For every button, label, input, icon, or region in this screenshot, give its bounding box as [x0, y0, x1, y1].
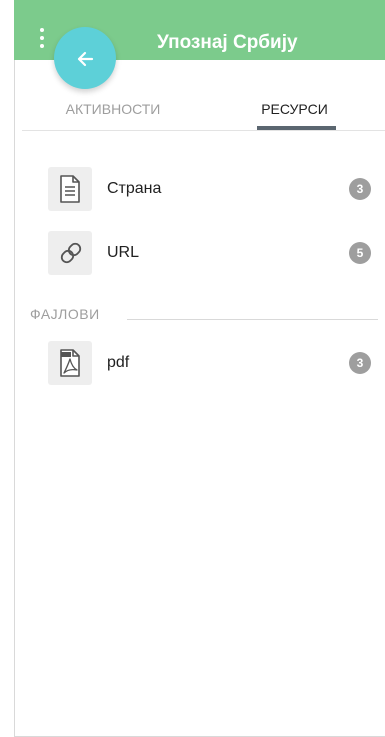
files-section-heading: ФАЈЛОВИ — [30, 306, 100, 322]
resource-label: Страна — [107, 180, 162, 197]
tab-bar-divider — [22, 130, 385, 131]
tab-activities[interactable]: АКТИВНОСТИ — [22, 101, 204, 117]
file-label: pdf — [107, 354, 130, 371]
resource-item-page[interactable]: Страна 3 — [48, 167, 385, 211]
section-divider — [127, 319, 378, 320]
count-badge: 5 — [349, 242, 371, 264]
tab-resources[interactable]: РЕСУРСИ — [204, 101, 385, 117]
count-badge: 3 — [349, 352, 371, 374]
pdf-file-icon — [48, 341, 92, 385]
count-badge: 3 — [349, 178, 371, 200]
link-icon — [48, 231, 92, 275]
page-title: Упознај Србију — [157, 32, 298, 53]
file-item-pdf[interactable]: pdf 3 — [48, 341, 385, 385]
resource-item-url[interactable]: URL 5 — [48, 231, 385, 275]
more-vertical-icon[interactable] — [37, 28, 47, 52]
arrow-left-icon — [77, 51, 94, 67]
back-button[interactable] — [54, 27, 116, 89]
course-resources-screen: Упознај Србију АКТИВНОСТИ РЕСУРСИ Страна… — [0, 0, 385, 737]
resource-label: URL — [107, 244, 140, 261]
document-icon — [48, 167, 92, 211]
